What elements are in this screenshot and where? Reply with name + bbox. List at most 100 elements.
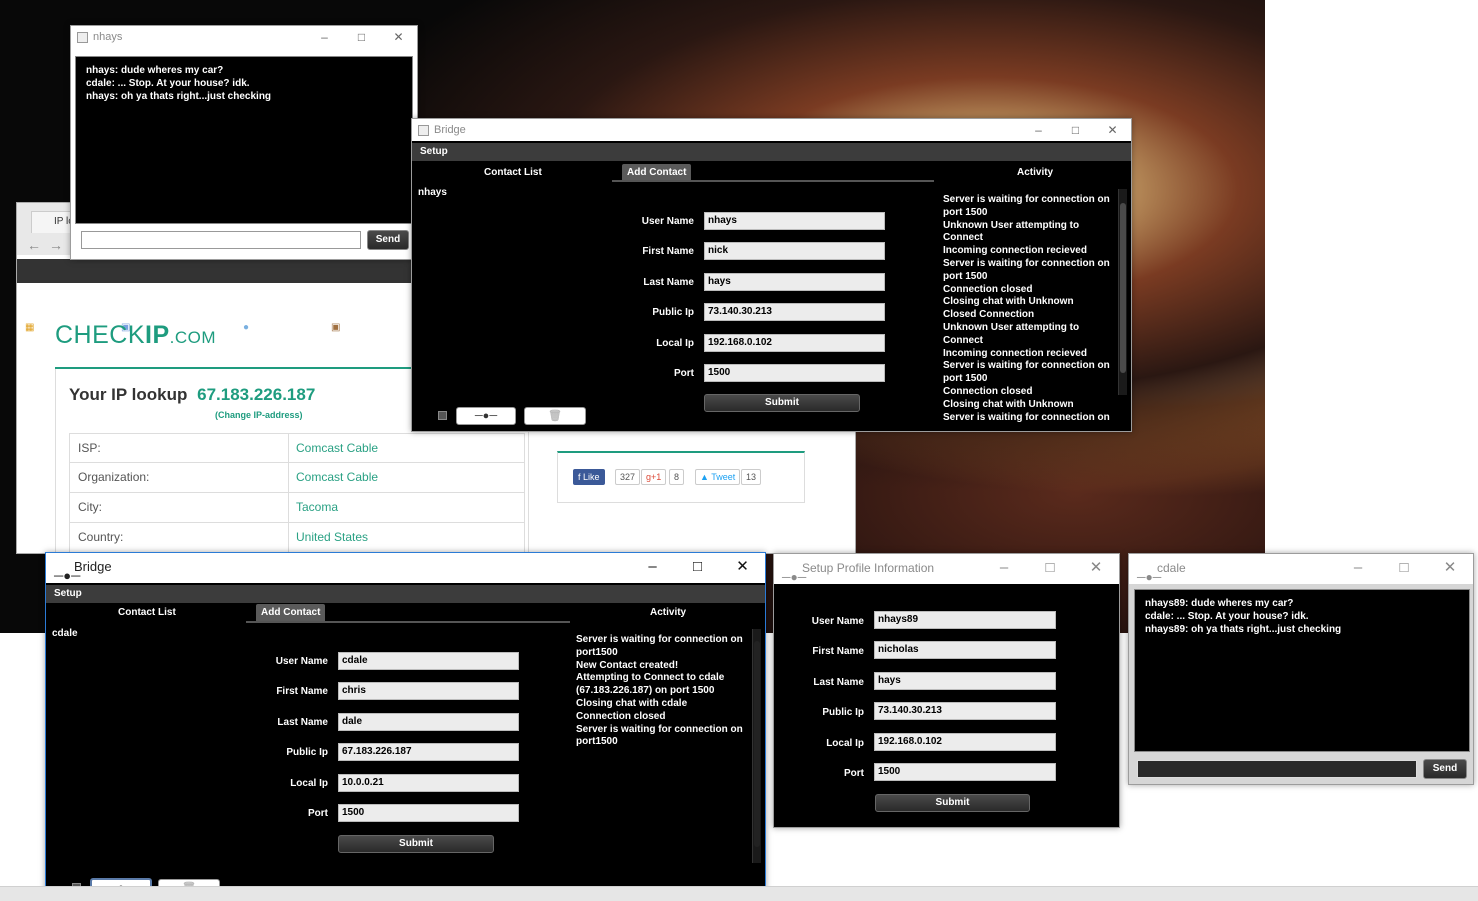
bridge-titlebar[interactable]: ─●─ Bridge – □ ✕	[46, 553, 765, 583]
tweet-count: 13	[741, 469, 762, 485]
submit-button[interactable]: Submit	[704, 394, 860, 412]
bridge-titlebar[interactable]: Bridge – □ ✕	[412, 119, 1131, 141]
contact-list-header: Contact List	[118, 607, 176, 618]
activity-entry: Connection closed	[943, 385, 1033, 397]
java-app-icon	[77, 32, 88, 43]
activity-entry: Server is waiting for connection on	[576, 723, 743, 735]
first-name-field[interactable]: nick	[704, 242, 885, 260]
maximize-icon[interactable]: □	[1057, 119, 1094, 141]
bookmark-town-of-salem[interactable]: ▣ Town of Salem	[331, 319, 409, 337]
tab-add-contact[interactable]: Add Contact	[622, 164, 692, 181]
public-ip-label: Public Ip	[822, 707, 864, 718]
last-name-field[interactable]: hays	[704, 273, 885, 291]
send-button[interactable]: Send	[1423, 759, 1467, 779]
first-name-label: First Name	[812, 646, 864, 657]
back-arrow-icon[interactable]: ←	[27, 237, 41, 253]
change-ip-link[interactable]: (Change IP-address)	[215, 410, 303, 420]
local-ip-label: Local Ip	[826, 738, 864, 749]
minimize-icon[interactable]: –	[1335, 554, 1381, 582]
tweet-button[interactable]: ▲ Tweet	[695, 469, 741, 485]
port-field[interactable]: 1500	[874, 763, 1056, 781]
connect-button[interactable]: ─●─	[456, 407, 516, 425]
activity-entry: Incoming connection recieved	[943, 245, 1087, 257]
last-name-field[interactable]: hays	[874, 672, 1056, 690]
submit-button[interactable]: Submit	[338, 835, 494, 853]
activity-scrollbar[interactable]	[1118, 189, 1127, 395]
activity-entry: port 1500	[943, 270, 988, 282]
setup-profile-titlebar[interactable]: ─●─ Setup Profile Information – □ ✕	[774, 554, 1119, 584]
chat-message: nhays: dude wheres my car?	[86, 65, 224, 76]
link-icon: ─●─	[474, 410, 498, 422]
taskbar-strip	[0, 886, 1478, 901]
setup-profile-body: User Name nhays89 First Name nicholas La…	[774, 584, 1119, 827]
submit-button[interactable]: Submit	[875, 794, 1030, 812]
first-name-label: First Name	[642, 246, 694, 257]
maximize-icon[interactable]: □	[675, 553, 720, 581]
setup-profile-title: Setup Profile Information	[802, 561, 935, 575]
activity-scrollbar[interactable]	[752, 629, 761, 863]
user-name-field[interactable]: nhays89	[874, 611, 1056, 629]
chat-history: nhays: dude wheres my car? cdale: ... St…	[75, 56, 413, 224]
user-name-field[interactable]: cdale	[338, 652, 519, 670]
public-ip-field[interactable]: 73.140.30.213	[704, 303, 885, 321]
user-name-field[interactable]: nhays	[704, 212, 885, 230]
minimize-icon[interactable]: –	[1020, 119, 1057, 141]
maximize-icon[interactable]: □	[343, 26, 380, 48]
activity-entry: port1500	[576, 736, 618, 748]
facebook-like-button[interactable]: f Like	[573, 469, 605, 485]
send-button[interactable]: Send	[367, 230, 409, 250]
status-checkbox[interactable]	[438, 411, 447, 420]
minimize-icon[interactable]: –	[306, 26, 343, 48]
close-icon[interactable]: ✕	[1073, 554, 1119, 582]
activity-entry: Server is waiting for connection on	[576, 634, 743, 645]
activity-entry: Unknown User attempting to Connect	[943, 219, 1080, 244]
chat-title: nhays	[93, 31, 123, 43]
local-ip-field[interactable]: 192.168.0.102	[874, 733, 1056, 751]
close-icon[interactable]: ✕	[1427, 554, 1473, 582]
port-label: Port	[844, 768, 864, 779]
port-field[interactable]: 1500	[704, 364, 885, 382]
chat-message-input[interactable]	[81, 231, 361, 249]
forward-arrow-icon[interactable]: →	[49, 237, 63, 253]
close-icon[interactable]: ✕	[380, 26, 417, 48]
chat-message-input[interactable]	[1137, 760, 1417, 778]
public-ip-field[interactable]: 67.183.226.187	[338, 743, 519, 761]
first-name-field[interactable]: nicholas	[874, 641, 1056, 659]
maximize-icon[interactable]: □	[1027, 554, 1073, 582]
setup-menu[interactable]: Setup	[412, 143, 1131, 161]
column-divider	[288, 463, 289, 492]
bookmark-soft-murmur[interactable]: ● A Soft Murmur	[243, 319, 315, 337]
maximize-icon[interactable]: □	[1381, 554, 1427, 582]
scrollbar-thumb[interactable]	[1120, 203, 1126, 373]
setup-menu[interactable]: Setup	[46, 585, 765, 603]
ip-lookup-title: Your IP lookup 67.183.226.187	[69, 385, 316, 404]
minimize-icon[interactable]: –	[981, 554, 1027, 582]
chat-titlebar[interactable]: ─●─ cdale – □ ✕	[1129, 554, 1473, 584]
chat-titlebar[interactable]: nhays – □ ✕	[71, 26, 417, 48]
local-ip-field[interactable]: 192.168.0.102	[704, 334, 885, 352]
last-name-field[interactable]: dale	[338, 713, 519, 731]
minimize-icon[interactable]: –	[630, 553, 675, 581]
activity-header: Activity	[650, 607, 687, 618]
link-icon: ─●─	[782, 570, 807, 584]
bridge-window-cdale: ─●─ Bridge – □ ✕ Setup Contact List Add …	[45, 552, 766, 901]
delete-button[interactable]: 🗑	[524, 407, 586, 425]
chat-window-cdale: ─●─ cdale – □ ✕ nhays89: dude wheres my …	[1128, 553, 1474, 785]
tab-add-contact[interactable]: Add Contact	[256, 604, 326, 621]
checkip-logo[interactable]: CHECKIP.COM	[55, 321, 216, 350]
activity-entry: Unknown User attempting to Connect	[943, 321, 1080, 346]
close-icon[interactable]: ✕	[720, 553, 765, 581]
scrollbar-thumb[interactable]	[754, 641, 760, 847]
ip-info-row: Country: United States	[69, 523, 525, 553]
google-plus-button[interactable]: g+1	[641, 469, 667, 485]
contact-list-item[interactable]: cdale	[52, 628, 78, 639]
contact-list-item[interactable]: nhays	[418, 187, 447, 198]
chat-body: nhays: dude wheres my car? cdale: ... St…	[71, 48, 417, 259]
public-ip-field[interactable]: 73.140.30.213	[874, 702, 1056, 720]
first-name-field[interactable]: chris	[338, 682, 519, 700]
local-ip-field[interactable]: 10.0.0.21	[338, 774, 519, 792]
close-icon[interactable]: ✕	[1094, 119, 1131, 141]
chat-title: cdale	[1157, 561, 1186, 575]
port-field[interactable]: 1500	[338, 804, 519, 822]
last-name-label: Last Name	[643, 277, 694, 288]
